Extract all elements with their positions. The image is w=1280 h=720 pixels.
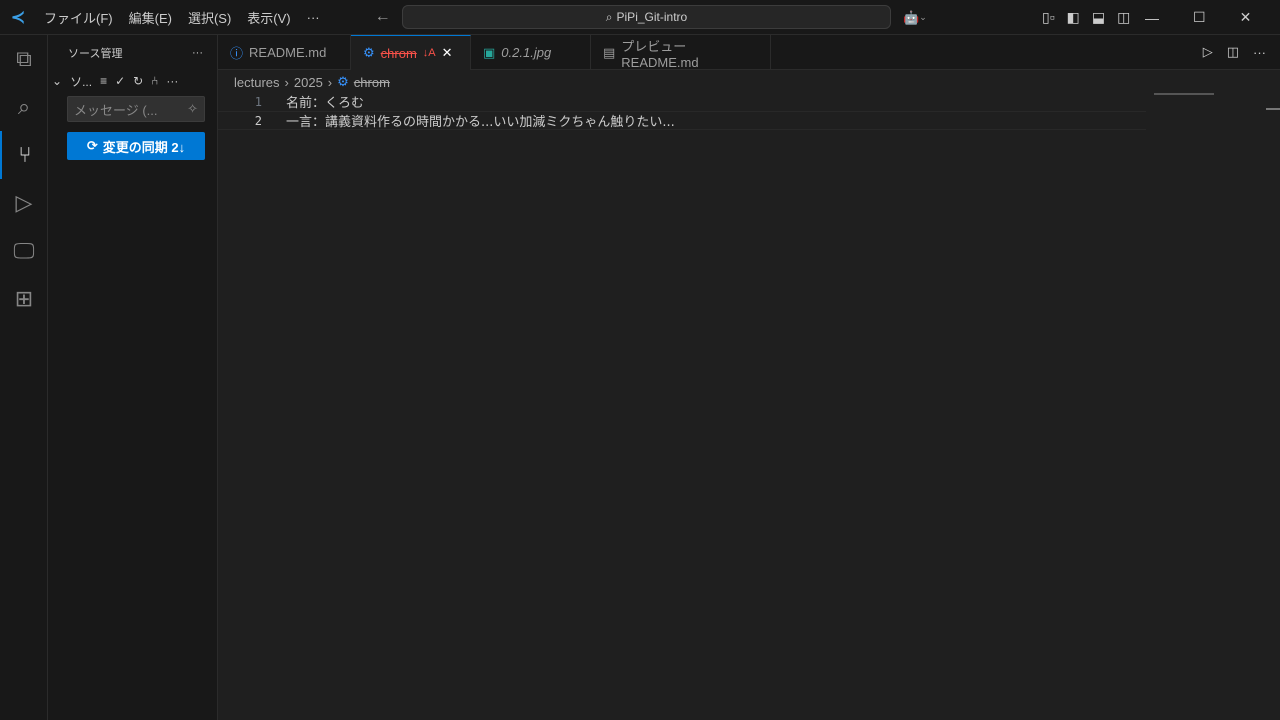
- code-editor[interactable]: 1 名前：くろむ 2 一言：講義資料作るの時間かかる...いい加減ミクちゃん触りたい…: [218, 92, 1280, 130]
- back-icon[interactable]: ←: [368, 8, 398, 26]
- breadcrumb-item[interactable]: chrom: [354, 75, 390, 90]
- source-control-sidebar: ソース管理 ··· ⌄ ソ... ≡ ✓ ↻ ⑃ ··· メッセージ (... ✧ …: [48, 35, 218, 720]
- line-text: 名前：くろむ: [286, 96, 365, 111]
- more-actions-icon[interactable]: ···: [192, 47, 203, 59]
- breadcrumb: lectures › 2025 › ⚙ chrom: [234, 74, 390, 90]
- customize-layout-icon[interactable]: ▯▫: [1042, 9, 1055, 26]
- deleted-badge: ↓A: [422, 47, 436, 59]
- run-icon[interactable]: ▷: [1203, 44, 1213, 60]
- line-text: 一言：講義資料作るの時間かかる...いい加減ミクちゃん触りたい...: [286, 115, 675, 130]
- explorer-icon[interactable]: ⧉: [0, 35, 48, 83]
- copilot-icon[interactable]: 🤖 ⌄: [903, 0, 927, 35]
- close-tab-icon[interactable]: ✕: [442, 45, 453, 61]
- gear-icon: ⚙: [337, 74, 349, 89]
- line-number: 2: [254, 113, 262, 128]
- more-icon[interactable]: ···: [166, 74, 178, 88]
- scrollbar[interactable]: [1266, 108, 1280, 110]
- preview-icon: ▤: [603, 44, 616, 60]
- menu-edit[interactable]: 編集(E): [121, 8, 180, 27]
- breadcrumb-item[interactable]: lectures: [234, 75, 280, 90]
- toggle-sidebar-icon[interactable]: ◧: [1067, 9, 1080, 26]
- code-line: 1 名前：くろむ: [218, 92, 1280, 112]
- sync-icon: ⟳: [86, 138, 98, 153]
- tab-preview-readme[interactable]: ▤ プレビュー README.md: [591, 35, 771, 70]
- tab-chrom[interactable]: ⚙ chrom ↓A ✕: [351, 35, 471, 70]
- message-placeholder: メッセージ (...: [74, 102, 158, 118]
- tab-label: プレビュー README.md: [621, 38, 699, 70]
- tab-label: README.md: [249, 45, 327, 60]
- source-control-icon[interactable]: ⑂: [0, 131, 48, 179]
- tab-label: 0.2.1.jpg: [501, 45, 552, 60]
- repo-section-label[interactable]: ソ...: [70, 73, 92, 90]
- tab-label: chrom: [380, 45, 417, 61]
- search-label: PiPi_Git-intro: [616, 10, 688, 24]
- activity-bar: ⧉ ⌕ ⑂ ▷ 🖵 ⊞: [0, 35, 48, 720]
- editor-tabs: ⓘ README.md ⚙ chrom ↓A ✕ ▣ 0.2.1.jpg ▤ プレビュー R…: [218, 35, 1280, 70]
- commit-check-icon[interactable]: ✓: [115, 74, 125, 88]
- info-icon: ⓘ: [230, 46, 244, 61]
- chevron-down-icon[interactable]: ⌄: [52, 74, 62, 88]
- more-icon[interactable]: ···: [1253, 45, 1266, 60]
- command-center-search[interactable]: ⌕ PiPi_Git-intro: [402, 5, 891, 29]
- sparkle-icon[interactable]: ✧: [187, 101, 198, 117]
- tab-readme[interactable]: ⓘ README.md: [218, 35, 351, 70]
- minimap[interactable]: [1154, 93, 1214, 95]
- close-window-icon[interactable]: ✕: [1240, 9, 1252, 26]
- gear-icon: ⚙: [363, 45, 375, 60]
- code-line: 2 一言：講義資料作るの時間かかる...いい加減ミクちゃん触りたい...: [218, 111, 1146, 130]
- split-editor-icon[interactable]: ◫: [1227, 44, 1239, 60]
- toggle-panel-icon[interactable]: ⬓: [1092, 9, 1105, 26]
- maximize-icon[interactable]: ☐: [1193, 9, 1206, 26]
- view-as-list-icon[interactable]: ≡: [100, 74, 107, 88]
- breadcrumb-item[interactable]: 2025: [294, 75, 323, 90]
- sync-label: 変更の同期 2↓: [102, 139, 186, 155]
- minimize-icon[interactable]: —: [1145, 10, 1159, 26]
- menu-file[interactable]: ファイル(F): [36, 8, 121, 27]
- search-icon[interactable]: ⌕: [0, 83, 48, 131]
- image-icon: ▣: [483, 44, 496, 60]
- toggle-secondary-sidebar-icon[interactable]: ◫: [1117, 9, 1130, 26]
- line-number: 1: [254, 94, 262, 109]
- run-debug-icon[interactable]: ▷: [0, 179, 48, 227]
- extensions-icon[interactable]: ⊞: [0, 275, 48, 323]
- menu-more[interactable]: ···: [299, 10, 328, 25]
- refresh-icon[interactable]: ↻: [133, 74, 143, 88]
- search-icon: ⌕: [605, 9, 613, 24]
- remote-explorer-icon[interactable]: 🖵: [0, 227, 48, 275]
- tab-jpg[interactable]: ▣ 0.2.1.jpg: [471, 35, 591, 70]
- commit-message-input[interactable]: メッセージ (... ✧: [67, 96, 205, 122]
- title-bar: ≺ ファイル(F) 編集(E) 選択(S) 表示(V) ··· ← → ⌕PiP…: [0, 0, 1280, 35]
- menu-view[interactable]: 表示(V): [239, 8, 298, 27]
- sidebar-title: ソース管理: [68, 47, 123, 60]
- menu-selection[interactable]: 選択(S): [180, 8, 239, 27]
- sync-changes-button[interactable]: ⟳ 変更の同期 2↓: [67, 132, 205, 160]
- vscode-logo-icon: ≺: [10, 6, 26, 27]
- graph-icon[interactable]: ⑃: [151, 74, 158, 88]
